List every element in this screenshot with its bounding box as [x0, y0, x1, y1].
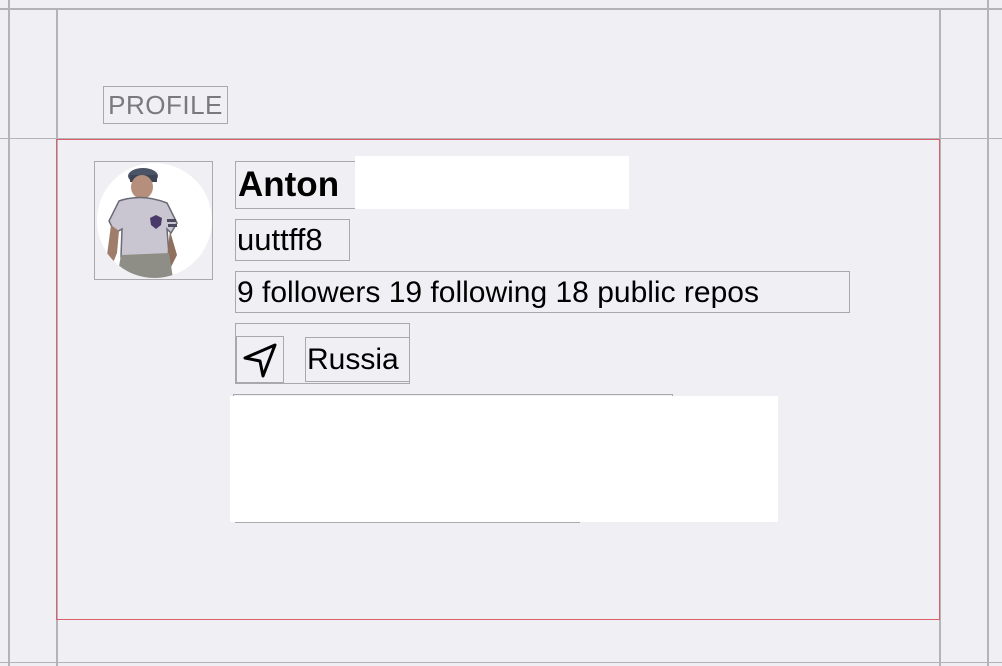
bio-redaction — [230, 396, 778, 522]
profile-stats: 9 followers 19 following 18 public repos — [237, 276, 759, 309]
avatar-frame — [94, 161, 213, 280]
location-arrow-icon — [240, 340, 280, 385]
profile-login: uuttff8 — [237, 222, 323, 257]
profile-location: Russia — [307, 343, 399, 376]
section-title: PROFILE — [103, 86, 228, 124]
name-redaction — [355, 156, 629, 209]
left-outer-guide — [8, 0, 10, 666]
right-outer-guide — [987, 0, 989, 666]
location-icon-frame — [236, 336, 284, 383]
top-border — [0, 8, 1002, 10]
avatar[interactable] — [97, 163, 212, 278]
avatar-illustration — [107, 168, 178, 278]
profile-name: Anton — [238, 165, 340, 204]
bottom-divider — [0, 662, 1002, 663]
